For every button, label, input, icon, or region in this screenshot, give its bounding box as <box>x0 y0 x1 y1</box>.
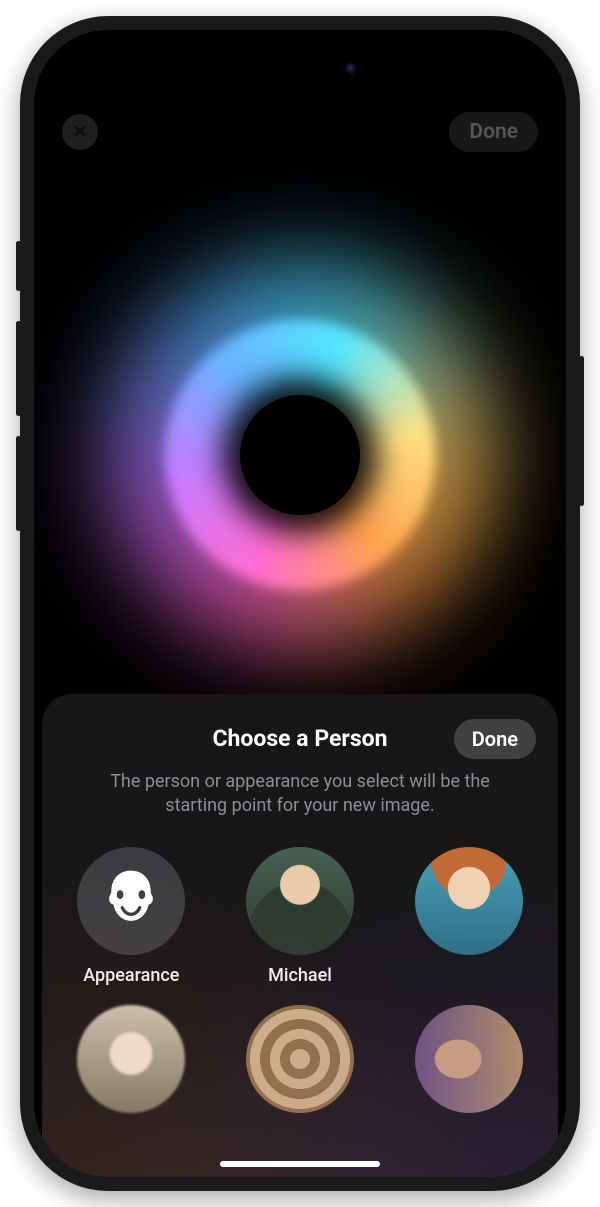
person-avatar <box>415 1005 523 1113</box>
close-icon <box>72 120 88 144</box>
grid-item-person[interactable] <box>71 1163 191 1177</box>
home-indicator[interactable] <box>220 1161 380 1167</box>
done-button-top-label: Done <box>469 120 518 144</box>
sheet-title: Choose a Person <box>212 725 387 752</box>
person-avatar <box>77 1005 185 1113</box>
done-button-sheet-label: Done <box>472 727 518 751</box>
person-avatar <box>246 1005 354 1113</box>
sheet-subtitle: The person or appearance you select will… <box>60 770 540 819</box>
grid-item-person[interactable]: Michael <box>240 847 360 987</box>
person-grid[interactable]: Appearance Michael <box>60 847 540 1177</box>
dynamic-island <box>218 48 383 90</box>
grid-item-label: Appearance <box>83 965 179 987</box>
grid-item-appearance[interactable]: Appearance <box>71 847 191 987</box>
grid-item-person[interactable] <box>240 1005 360 1145</box>
grid-item-person[interactable] <box>409 1163 529 1177</box>
appearance-avatar <box>77 847 185 955</box>
grid-item-label: Michael <box>268 965 332 987</box>
close-button[interactable] <box>62 114 98 150</box>
done-button-sheet[interactable]: Done <box>454 719 536 759</box>
phone-frame: Done Choose a Person Done The person or … <box>20 16 580 1191</box>
person-avatar <box>246 847 354 955</box>
screen: Done Choose a Person Done The person or … <box>34 30 566 1177</box>
person-picker-sheet: Choose a Person Done The person or appea… <box>42 694 558 1177</box>
grid-item-person[interactable] <box>409 847 529 987</box>
done-button-top[interactable]: Done <box>449 112 538 152</box>
grid-item-person[interactable] <box>409 1005 529 1145</box>
generative-ring-graphic <box>145 300 455 610</box>
top-bar: Done <box>34 112 566 152</box>
grid-item-person[interactable] <box>71 1005 191 1145</box>
person-avatar <box>415 847 523 955</box>
face-icon <box>96 864 166 938</box>
